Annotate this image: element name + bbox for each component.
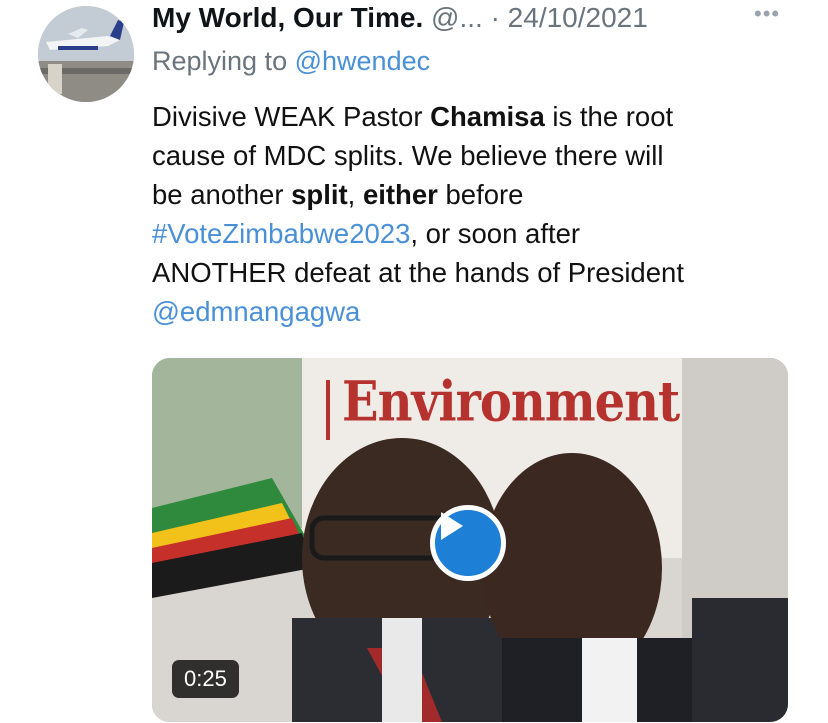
separator: · [490,2,500,33]
replying-to: Replying to @hwendec [152,44,430,78]
replying-mention-link[interactable]: @hwendec [295,46,431,76]
play-icon[interactable] [430,505,506,581]
tweet-line-1: Divisive WEAK Pastor Chamisa is the root [152,101,674,132]
more-dots-icon[interactable]: ••• [754,3,780,25]
tweet-line-6: @edmnangagwa [152,292,802,331]
video-player[interactable]: Environment 0:25 [152,358,788,722]
author-handle[interactable]: @... [431,2,483,33]
tweet-line-4: #VoteZimbabwe2023, or soon after [152,218,581,249]
tweet-date[interactable]: 24/10/2021 [508,2,648,33]
mention-link[interactable]: @edmnangagwa [152,296,360,327]
tweet-header: My World, Our Time. @... · 24/10/2021 [152,0,792,40]
hashtag-link[interactable]: #VoteZimbabwe2023 [152,218,410,249]
tweet-line-2: cause of MDC splits. We believe there wi… [152,140,664,171]
video-duration: 0:25 [172,660,239,698]
tweet-text: Divisive WEAK Pastor Chamisa is the root… [152,97,802,331]
avatar[interactable] [38,6,134,102]
tweet-line-5: ANOTHER defeat at the hands of President [152,257,684,288]
replying-label: Replying to [152,46,288,76]
banner-text: Environment [342,370,680,435]
tweet-line-3: be another split, either before [152,179,524,210]
author-name[interactable]: My World, Our Time. [152,2,423,33]
